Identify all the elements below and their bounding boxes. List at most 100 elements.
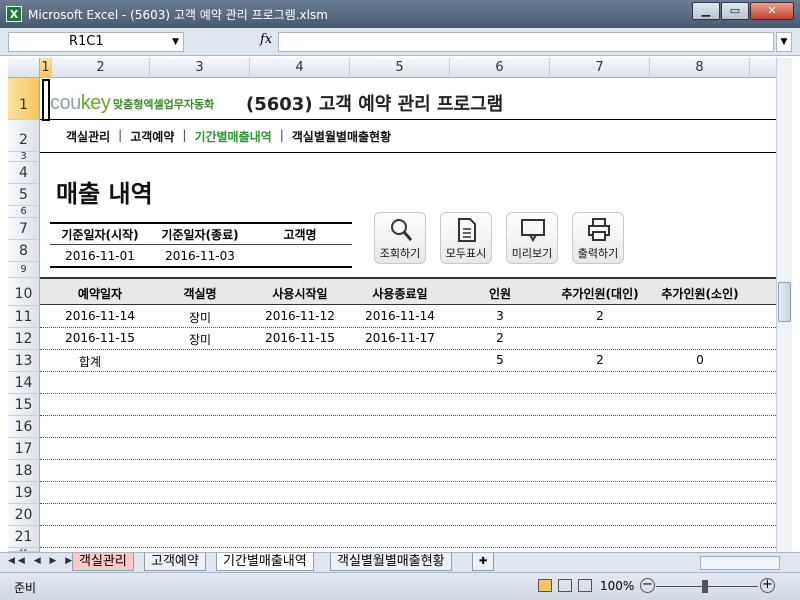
column-header[interactable]: 2 (52, 58, 150, 78)
column-header[interactable]: 5 (350, 58, 450, 78)
row-header[interactable]: 17 (8, 438, 40, 460)
row-header[interactable]: 5 (8, 184, 40, 206)
empty-row[interactable] (40, 526, 776, 548)
row-header[interactable]: 4 (8, 162, 40, 184)
empty-row[interactable] (40, 438, 776, 460)
row-header[interactable]: 20 (8, 504, 40, 526)
cell[interactable]: 장미 (150, 309, 250, 326)
zoom-level[interactable]: 100% (600, 579, 634, 593)
chevron-down-icon[interactable]: ▼ (172, 33, 179, 51)
zoom-out-icon[interactable]: − (640, 578, 655, 593)
insert-function-icon[interactable]: fx (260, 32, 272, 47)
row-header[interactable]: 18 (8, 460, 40, 482)
row-header[interactable]: 9 (8, 262, 40, 278)
table-total-row[interactable]: 합계 5 2 0 (40, 350, 776, 372)
empty-row[interactable] (40, 482, 776, 504)
row-header[interactable]: 3 (8, 152, 40, 162)
row-header[interactable]: 7 (8, 218, 40, 240)
column-guests[interactable]: 인원 (450, 285, 550, 302)
end-date-input[interactable]: 2016-11-03 (150, 249, 250, 263)
page-layout-view-icon[interactable] (558, 579, 572, 592)
cell[interactable]: 2016-11-12 (250, 309, 350, 323)
row-header[interactable]: 21 (8, 526, 40, 548)
select-all-corner[interactable] (8, 58, 40, 78)
empty-row[interactable] (40, 394, 776, 416)
print-button[interactable]: 출력하기 (572, 212, 624, 264)
column-end-date[interactable]: 사용종료일 (350, 285, 450, 302)
show-all-button[interactable]: 모두표시 (440, 212, 492, 264)
close-button[interactable]: ✕ (750, 2, 794, 20)
new-sheet-icon[interactable]: ✚ (472, 553, 495, 571)
search-button[interactable]: 조회하기 (374, 212, 426, 264)
row-header[interactable]: 15 (8, 394, 40, 416)
cell[interactable]: 3 (450, 309, 550, 323)
vertical-scrollbar[interactable] (776, 58, 792, 552)
logo-text: cou (50, 92, 81, 114)
empty-row[interactable] (40, 372, 776, 394)
column-header[interactable]: 7 (550, 58, 650, 78)
cell[interactable]: 2 (450, 331, 550, 345)
sheet-tab-period-sales[interactable]: 기간별매출내역 (216, 553, 314, 571)
formula-input[interactable] (278, 32, 774, 52)
nav-item-period-sales[interactable]: 기간별매출내역 (194, 128, 271, 145)
column-header[interactable]: 6 (450, 58, 550, 78)
cell[interactable]: 장미 (150, 331, 250, 348)
cell[interactable]: 2 (550, 309, 650, 323)
printer-icon (588, 218, 610, 241)
column-header[interactable]: 3 (150, 58, 250, 78)
sheet-tab-rooms[interactable]: 객실관리 (72, 553, 134, 571)
nav-item-monthly-room-sales[interactable]: 객실별월별매출현황 (292, 128, 391, 145)
preview-button[interactable]: 미리보기 (506, 212, 558, 264)
column-reservation-date[interactable]: 예약일자 (50, 285, 150, 302)
empty-row[interactable] (40, 460, 776, 482)
cell[interactable]: 2016-11-15 (250, 331, 350, 345)
nav-item-rooms[interactable]: 객실관리 (66, 128, 110, 145)
table-row[interactable]: 2016-11-14 장미 2016-11-12 2016-11-14 3 2 (40, 306, 776, 328)
column-room-name[interactable]: 객실명 (150, 285, 250, 302)
row-header[interactable]: 14 (8, 372, 40, 394)
active-cell-cursor[interactable] (42, 79, 50, 121)
column-header[interactable]: 8 (650, 58, 750, 78)
sheet-tab-reservations[interactable]: 고객예약 (144, 553, 206, 571)
row-header[interactable]: 6 (8, 206, 40, 218)
row-header[interactable]: 2 (8, 120, 40, 152)
column-header[interactable]: 1 (40, 58, 52, 78)
start-date-input[interactable]: 2016-11-01 (50, 249, 150, 263)
zoom-in-icon[interactable]: + (760, 578, 775, 593)
row-header[interactable]: 1 (8, 78, 40, 120)
total-extra-children[interactable]: 0 (650, 353, 750, 367)
minimize-button[interactable]: ▁ (692, 2, 720, 20)
sheet-tab-monthly-room-sales[interactable]: 객실별월별매출현황 (330, 553, 452, 571)
zoom-slider-thumb[interactable] (702, 580, 708, 593)
maximize-button[interactable]: ▭ (721, 2, 749, 20)
row-header[interactable]: 11 (8, 306, 40, 328)
customer-name-input[interactable] (250, 249, 350, 267)
horizontal-scrollbar[interactable] (700, 556, 780, 570)
total-guests[interactable]: 5 (450, 353, 550, 367)
name-box[interactable]: R1C1 ▼ (8, 32, 184, 52)
cell[interactable]: 2016-11-14 (50, 309, 150, 323)
page-break-view-icon[interactable] (578, 579, 592, 592)
cell[interactable]: 2016-11-14 (350, 309, 450, 323)
nav-item-reservations[interactable]: 고객예약 (130, 128, 174, 145)
cell[interactable]: 2016-11-15 (50, 331, 150, 345)
empty-row[interactable] (40, 504, 776, 526)
normal-view-icon[interactable] (538, 579, 552, 592)
column-extra-children[interactable]: 추가인원(소인) (650, 285, 750, 302)
row-header[interactable]: 16 (8, 416, 40, 438)
row-header[interactable]: 19 (8, 482, 40, 504)
row-header[interactable]: 12 (8, 328, 40, 350)
excel-icon[interactable]: X (6, 6, 22, 22)
cell[interactable]: 2016-11-17 (350, 331, 450, 345)
column-extra-adults[interactable]: 추가인원(대인) (550, 285, 650, 302)
table-row[interactable]: 2016-11-15 장미 2016-11-15 2016-11-17 2 (40, 328, 776, 350)
total-extra-adults[interactable]: 2 (550, 353, 650, 367)
row-header[interactable]: 13 (8, 350, 40, 372)
column-start-date[interactable]: 사용시작일 (250, 285, 350, 302)
empty-row[interactable] (40, 416, 776, 438)
row-header[interactable]: 10 (8, 278, 40, 306)
column-header[interactable]: 4 (250, 58, 350, 78)
expand-formula-icon[interactable]: ▼ (776, 32, 792, 52)
row-header[interactable]: 8 (8, 240, 40, 262)
scrollbar-thumb[interactable] (778, 282, 791, 322)
